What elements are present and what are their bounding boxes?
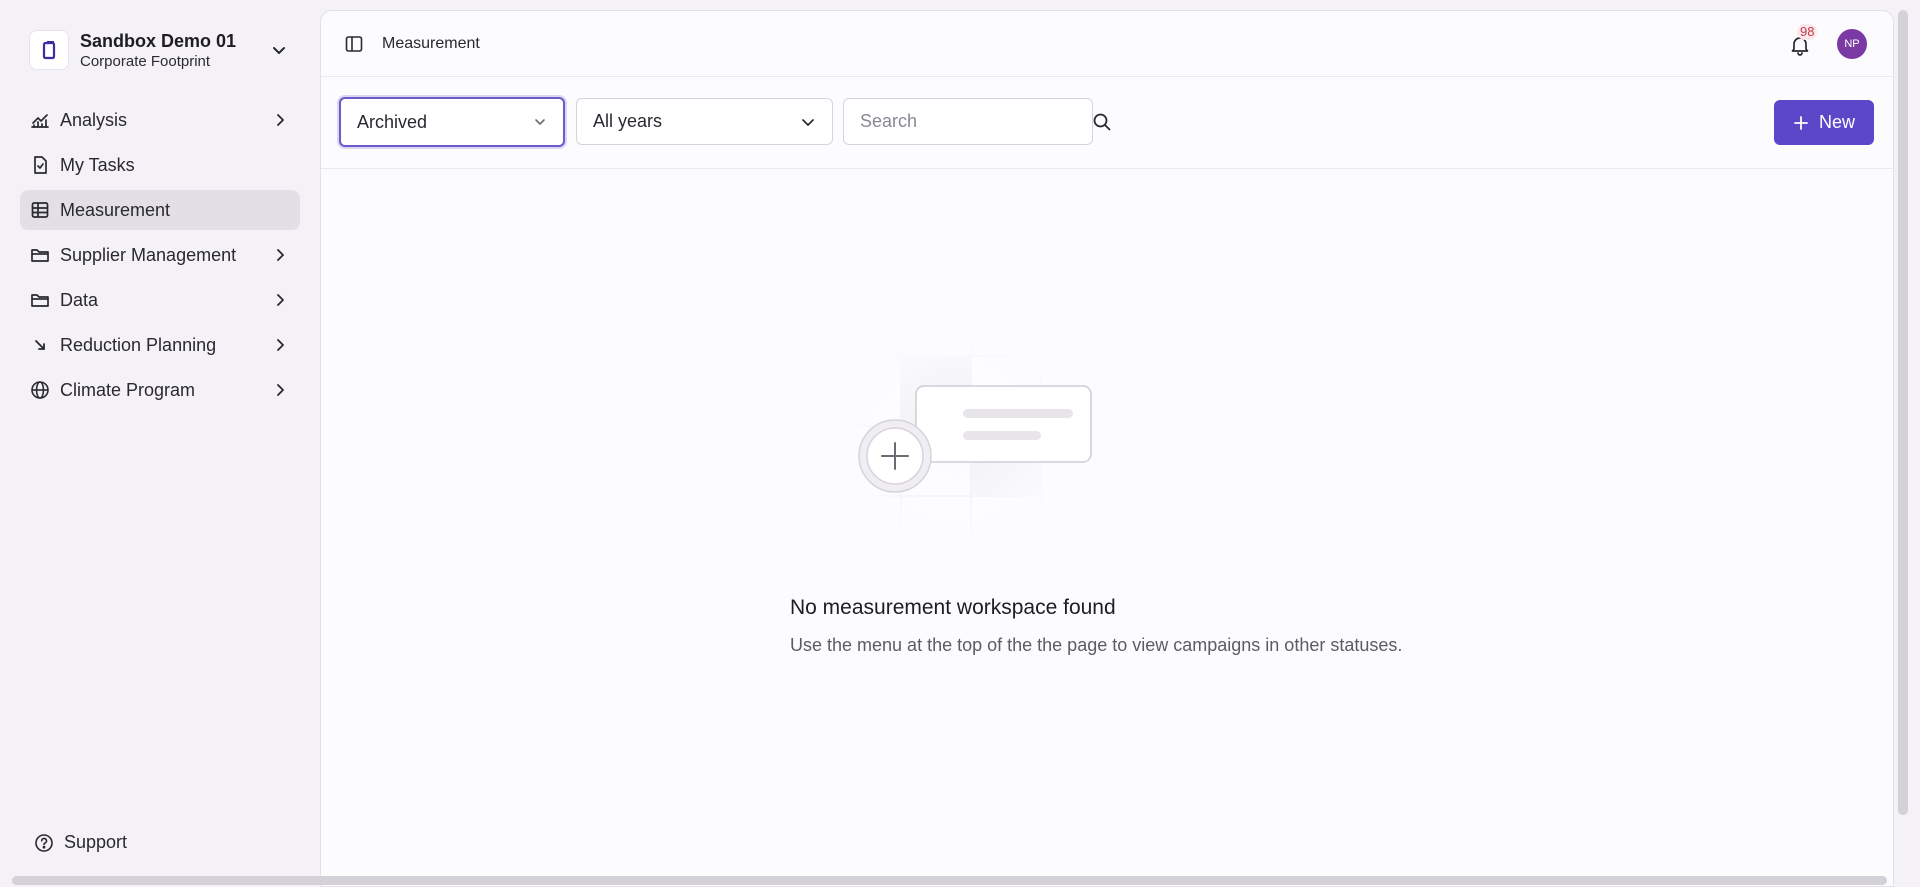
empty-state-description: Use the menu at the top of the the page … (790, 635, 1403, 655)
sidebar: Sandbox Demo 01 Corporate Footprint Anal… (0, 0, 320, 887)
sidebar-item-label: Analysis (60, 109, 128, 130)
sidebar-item-label: My Tasks (60, 154, 135, 175)
globe-icon (30, 380, 50, 400)
chevron-right-icon (272, 247, 288, 263)
search-input[interactable] (860, 111, 1092, 132)
chevron-right-icon (272, 292, 288, 308)
arrow-down-right-icon (30, 335, 50, 355)
plus-icon (1793, 115, 1809, 131)
table-grid-icon (30, 200, 50, 220)
chevron-down-icon (533, 115, 547, 129)
sidebar-item-my-tasks[interactable]: My Tasks (20, 145, 300, 185)
sidebar-item-measurement[interactable]: Measurement (20, 190, 300, 230)
org-subtitle: Corporate Footprint (80, 52, 211, 70)
chevron-down-icon (800, 114, 816, 130)
support-label: Support (64, 832, 128, 852)
task-file-icon (30, 155, 50, 175)
notification-badge: 98 (1797, 24, 1818, 40)
org-name: Sandbox Demo 01 (80, 30, 237, 51)
avatar[interactable]: NP (1837, 29, 1867, 59)
chart-icon (30, 110, 50, 130)
top-bar: Measurement 98 NP (321, 11, 1893, 77)
sidebar-item-climate-program[interactable]: Climate Program (20, 370, 300, 410)
filter-bar: Archived All years New (321, 77, 1893, 169)
sidebar-item-label: Supplier Management (60, 244, 237, 265)
help-circle-icon (34, 833, 54, 853)
org-switcher[interactable]: Sandbox Demo 01 Corporate Footprint (29, 29, 291, 71)
support-link[interactable]: Support (34, 832, 127, 853)
breadcrumb: Measurement (382, 35, 480, 52)
year-select-value: All years (593, 111, 663, 131)
year-select[interactable]: All years (576, 98, 833, 145)
status-select[interactable]: Archived (339, 97, 565, 147)
sidebar-item-analysis[interactable]: Analysis (20, 100, 300, 140)
search-box (843, 98, 1111, 145)
chevron-right-icon (272, 337, 288, 353)
sidebar-item-data[interactable]: Data (20, 280, 300, 320)
horizontal-scrollbar[interactable] (12, 876, 1887, 885)
status-select-value: Archived (357, 111, 428, 132)
chevron-right-icon (272, 382, 288, 398)
new-button[interactable]: New (1774, 100, 1874, 145)
sidebar-toggle-icon[interactable] (343, 33, 365, 55)
chevron-right-icon (272, 112, 288, 128)
sidebar-item-label: Measurement (60, 199, 171, 220)
new-button-label: New (1818, 112, 1855, 132)
chevron-down-icon[interactable] (267, 38, 291, 62)
empty-state-title: No measurement workspace found (790, 596, 1116, 619)
vertical-scrollbar[interactable] (1898, 10, 1908, 815)
sidebar-item-label: Data (60, 289, 99, 310)
org-logo (29, 30, 69, 70)
sidebar-item-label: Reduction Planning (60, 334, 217, 355)
empty-state-illustration (781, 316, 1121, 566)
main-panel: Measurement 98 NP Archived All years Sea… (320, 10, 1894, 887)
sidebar-item-supplier-management[interactable]: Supplier Management (20, 235, 300, 275)
sidebar-nav: Analysis My Tasks Measurement Supplier M… (20, 100, 300, 415)
sidebar-item-label: Climate Program (60, 379, 196, 400)
sidebar-item-reduction-planning[interactable]: Reduction Planning (20, 325, 300, 365)
folder-icon (30, 290, 50, 310)
search-icon[interactable] (1092, 112, 1112, 132)
folder-icon (30, 245, 50, 265)
